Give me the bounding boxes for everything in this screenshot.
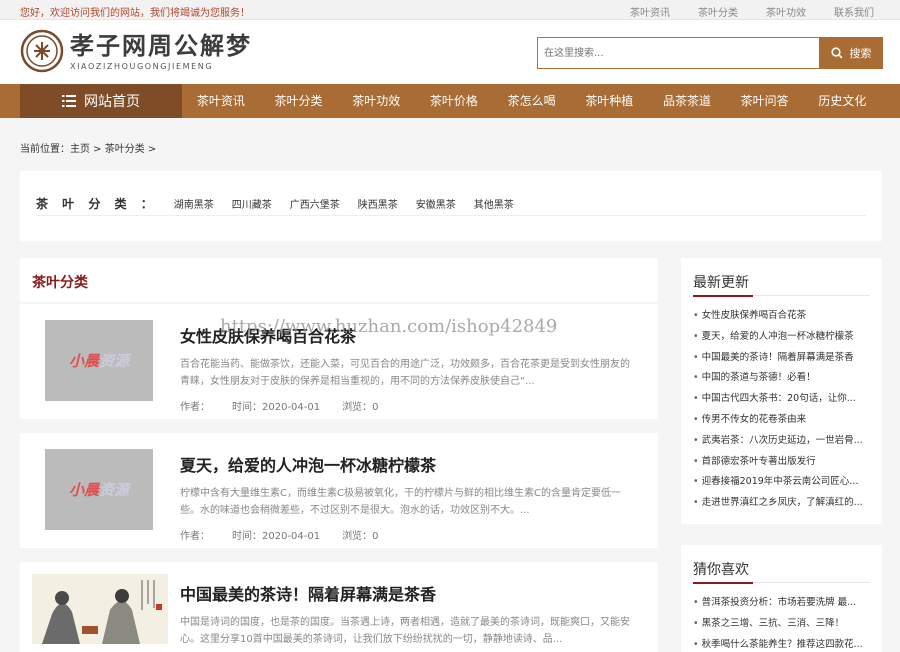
logo-subtitle: XIAOZIZHOUGONGJIEMENG	[70, 61, 214, 71]
guess-item[interactable]: 秋季喝什么茶能养生？推荐这四款花...	[693, 635, 875, 652]
guess-item[interactable]: 普洱茶投资分析：市场若要洗牌 最...	[693, 593, 875, 614]
latest-title: 最新更新	[693, 275, 749, 291]
nav-item-how-to-drink[interactable]: 茶怎么喝	[493, 84, 571, 118]
guess-title: 猜你喜欢	[693, 562, 749, 578]
category-sichuan[interactable]: 四川藏茶	[232, 196, 272, 211]
search-button[interactable]: 搜索	[819, 37, 883, 69]
article-date: 时间：2020-04-01	[232, 531, 321, 542]
tea-painting-image	[32, 574, 168, 644]
search-button-label: 搜索	[849, 47, 872, 60]
nav-home[interactable]: 网站首页	[20, 84, 182, 118]
article-meta: 作者： 时间：2020-04-01 浏览：0	[180, 398, 379, 413]
logo-title: 孝子网周公解梦	[70, 31, 252, 60]
article-author: 作者：	[180, 531, 210, 542]
latest-item[interactable]: 中国古代四大茶书：20句话，让你...	[693, 389, 875, 410]
article-excerpt: 柠檬中含有大量维生素C，而维生素C极易被氧化，干的柠檬片与鲜的相比维生素C的含量…	[180, 488, 621, 516]
nav-item-tea-effects[interactable]: 茶叶功效	[337, 84, 415, 118]
nav-item-history[interactable]: 历史文化	[804, 84, 882, 118]
category-anhui[interactable]: 安徽黑茶	[416, 196, 456, 211]
top-link-tea-category[interactable]: 茶叶分类	[698, 4, 738, 19]
top-link-tea-effects[interactable]: 茶叶功效	[766, 4, 806, 19]
latest-item[interactable]: 首部德宏茶叶专著出版发行	[693, 452, 875, 473]
search-bar: 搜索	[537, 37, 883, 69]
latest-item[interactable]: 女性皮肤保养喝百合花茶	[693, 306, 875, 327]
article-thumbnail[interactable]: 小晨资源	[45, 320, 153, 401]
search-icon	[830, 47, 843, 59]
latest-item[interactable]: 迎春接福2019年中茶云南公司匠心...	[693, 472, 875, 493]
article-thumbnail[interactable]	[32, 574, 168, 644]
latest-item[interactable]: 中国的茶道与茶德！必看！	[693, 368, 875, 389]
list-header: 茶叶分类	[20, 258, 658, 302]
thumbnail-watermark: 小晨资源	[68, 352, 130, 370]
article-excerpt: 百合花能当药、能做茶饮，还能入菜，可见百合的用途广泛，功效颇多，百合花茶更是受到…	[180, 359, 630, 387]
nav-item-tea-news[interactable]: 茶叶资讯	[182, 84, 260, 118]
article-meta: 作者： 时间：2020-04-01 浏览：0	[180, 527, 379, 542]
category-filter: 茶 叶 分 类 ： 湖南黑茶 四川藏茶 广西六堡茶 陕西黑茶 安徽黑茶 其他黑茶	[20, 171, 882, 241]
category-guangxi[interactable]: 广西六堡茶	[290, 196, 340, 211]
article-date: 时间：2020-04-01	[232, 402, 321, 413]
top-link-tea-news[interactable]: 茶叶资讯	[630, 4, 670, 19]
latest-updates-panel: 最新更新 女性皮肤保养喝百合花茶 夏天，给爱的人冲泡一杯冰糖柠檬茶 中国最美的茶…	[681, 258, 882, 524]
menu-icon	[62, 95, 76, 107]
guess-you-like-panel: 猜你喜欢 普洱茶投资分析：市场若要洗牌 最... 黑茶之三增、三抗、三消、三降！…	[681, 545, 882, 652]
latest-item[interactable]: 夏天，给爱的人冲泡一杯冰糖柠檬茶	[693, 327, 875, 348]
nav-home-label: 网站首页	[84, 94, 140, 110]
logo-seal-icon	[20, 29, 64, 73]
nav-item-tea-qa[interactable]: 茶叶问答	[726, 84, 804, 118]
category-shaanxi[interactable]: 陕西黑茶	[358, 196, 398, 211]
nav-item-tea-price[interactable]: 茶叶价格	[415, 84, 493, 118]
article-title[interactable]: 夏天，给爱的人冲泡一杯冰糖柠檬茶	[180, 452, 436, 476]
article-card[interactable]: 小晨资源 夏天，给爱的人冲泡一杯冰糖柠檬茶 柠檬中含有大量维生素C，而维生素C极…	[20, 433, 658, 548]
top-links: 茶叶资讯 茶叶分类 茶叶功效 联系我们	[630, 4, 874, 19]
site-header: 孝子网周公解梦 XIAOZIZHOUGONGJIEMENG 搜索	[0, 20, 900, 84]
article-author: 作者：	[180, 402, 210, 413]
nav-item-tea-ceremony[interactable]: 品茶茶道	[648, 84, 726, 118]
article-thumbnail[interactable]: 小晨资源	[45, 449, 153, 530]
breadcrumb[interactable]: 当前位置：主页 > 茶叶分类 >	[20, 140, 156, 155]
latest-item[interactable]: 传男不传女的花卷茶由来	[693, 410, 875, 431]
category-label: 茶 叶 分 类 ：	[36, 196, 158, 211]
site-logo[interactable]: 孝子网周公解梦 XIAOZIZHOUGONGJIEMENG	[20, 29, 252, 73]
thumbnail-watermark: 小晨资源	[68, 481, 130, 499]
latest-item[interactable]: 中国最美的茶诗！隔着屏幕满是茶香	[693, 348, 875, 369]
top-link-contact[interactable]: 联系我们	[834, 4, 874, 19]
latest-item[interactable]: 武夷岩茶：八次历史延边，一世岩骨...	[693, 431, 875, 452]
article-views: 浏览：0	[342, 402, 379, 413]
search-input[interactable]	[537, 37, 819, 69]
article-card[interactable]: 中国最美的茶诗！隔着屏幕满是茶香 中国是诗词的国度，也是茶的国度。当茶遇上诗，两…	[20, 562, 658, 652]
article-title[interactable]: 女性皮肤保养喝百合花茶	[180, 323, 356, 347]
nav-item-tea-category[interactable]: 茶叶分类	[260, 84, 338, 118]
article-title[interactable]: 中国最美的茶诗！隔着屏幕满是茶香	[180, 581, 436, 605]
category-hunan[interactable]: 湖南黑茶	[174, 196, 214, 211]
category-other[interactable]: 其他黑茶	[474, 196, 514, 211]
main-nav: 网站首页 茶叶资讯 茶叶分类 茶叶功效 茶叶价格 茶怎么喝 茶叶种植 品茶茶道 …	[0, 84, 900, 118]
top-bar: 您好，欢迎访问我们的网站，我们将竭诚为您服务！ 茶叶资讯 茶叶分类 茶叶功效 联…	[0, 0, 900, 20]
article-excerpt: 中国是诗词的国度，也是茶的国度。当茶遇上诗，两者相遇，造就了最美的茶诗词，既能爽…	[180, 617, 630, 645]
article-card[interactable]: 小晨资源 女性皮肤保养喝百合花茶 百合花能当药、能做茶饮，还能入菜，可见百合的用…	[20, 304, 658, 419]
guess-item[interactable]: 黑茶之三增、三抗、三消、三降！	[693, 614, 875, 635]
latest-item[interactable]: 走进世界滇红之乡凤庆，了解滇红的...	[693, 493, 875, 514]
list-title: 茶叶分类	[32, 275, 88, 291]
welcome-text: 您好，欢迎访问我们的网站，我们将竭诚为您服务！	[20, 8, 250, 19]
article-views: 浏览：0	[342, 531, 379, 542]
nav-item-tea-planting[interactable]: 茶叶种植	[570, 84, 648, 118]
